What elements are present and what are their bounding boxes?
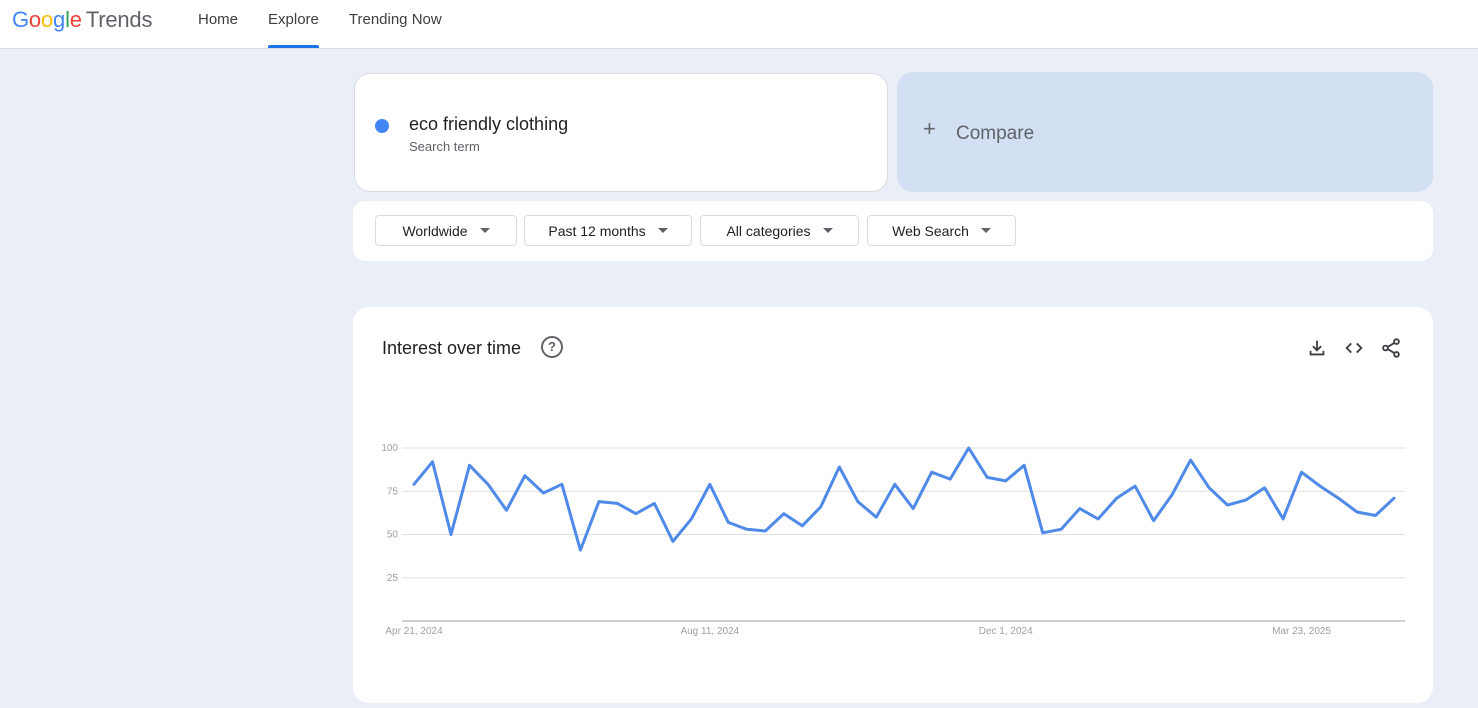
google-trends-logo[interactable]: Google Trends xyxy=(12,7,152,33)
top-app-bar: Google Trends Home Explore Trending Now xyxy=(0,0,1478,49)
dropdown-arrow-icon xyxy=(980,228,991,233)
dropdown-arrow-icon xyxy=(479,228,490,233)
search-term-text[interactable]: eco friendly clothing xyxy=(409,114,568,135)
logo-product-name: Trends xyxy=(85,7,153,32)
x-tick-label: Apr 21, 2024 xyxy=(385,626,443,637)
region-filter-label: Worldwide xyxy=(402,222,468,239)
y-tick-label: 50 xyxy=(387,530,399,541)
logo-letter: G xyxy=(12,7,29,32)
dropdown-arrow-icon xyxy=(822,228,833,233)
y-tick-label: 100 xyxy=(381,443,398,454)
region-filter[interactable]: Worldwide xyxy=(375,215,517,246)
time-range-filter[interactable]: Past 12 months xyxy=(524,215,692,246)
search-type-filter-label: Web Search xyxy=(892,222,969,239)
compare-button[interactable]: + Compare xyxy=(897,72,1433,192)
category-filter-label: All categories xyxy=(726,222,811,239)
x-tick-label: Aug 11, 2024 xyxy=(680,626,739,637)
term-color-dot xyxy=(375,119,389,133)
nav-explore[interactable]: Explore xyxy=(268,0,319,48)
interest-line-chart: 25 50 75 100 Apr 21, 2024 Aug 11, 2024 Dec 1, … xyxy=(381,443,1405,637)
category-filter[interactable]: All categories xyxy=(700,215,859,246)
search-term-card[interactable]: eco friendly clothing Search term xyxy=(354,73,888,192)
x-tick-label: Mar 23, 2025 xyxy=(1272,626,1331,637)
x-tick-label: Dec 1, 2024 xyxy=(979,626,1033,637)
filters-bar: Worldwide Past 12 months All categories … xyxy=(353,201,1433,261)
search-type-filter[interactable]: Web Search xyxy=(867,215,1016,246)
nav-home[interactable]: Home xyxy=(198,0,238,48)
logo-letter: g xyxy=(53,7,66,32)
plus-icon: + xyxy=(923,116,936,141)
y-tick-label: 75 xyxy=(387,486,399,497)
logo-letter: e xyxy=(69,7,82,32)
compare-label: Compare xyxy=(956,123,1035,144)
time-range-filter-label: Past 12 months xyxy=(548,222,646,239)
main-nav: Home Explore Trending Now xyxy=(198,0,472,48)
logo-letter: o xyxy=(40,7,54,32)
y-tick-label: 25 xyxy=(387,573,399,584)
dropdown-arrow-icon xyxy=(657,228,668,233)
search-term-type: Search term xyxy=(409,139,480,154)
nav-trending-now[interactable]: Trending Now xyxy=(349,0,442,48)
logo-letter: o xyxy=(28,7,41,32)
interest-over-time-panel: Interest over time ? 25 50 75 100 Apr 21, 20… xyxy=(353,307,1433,703)
